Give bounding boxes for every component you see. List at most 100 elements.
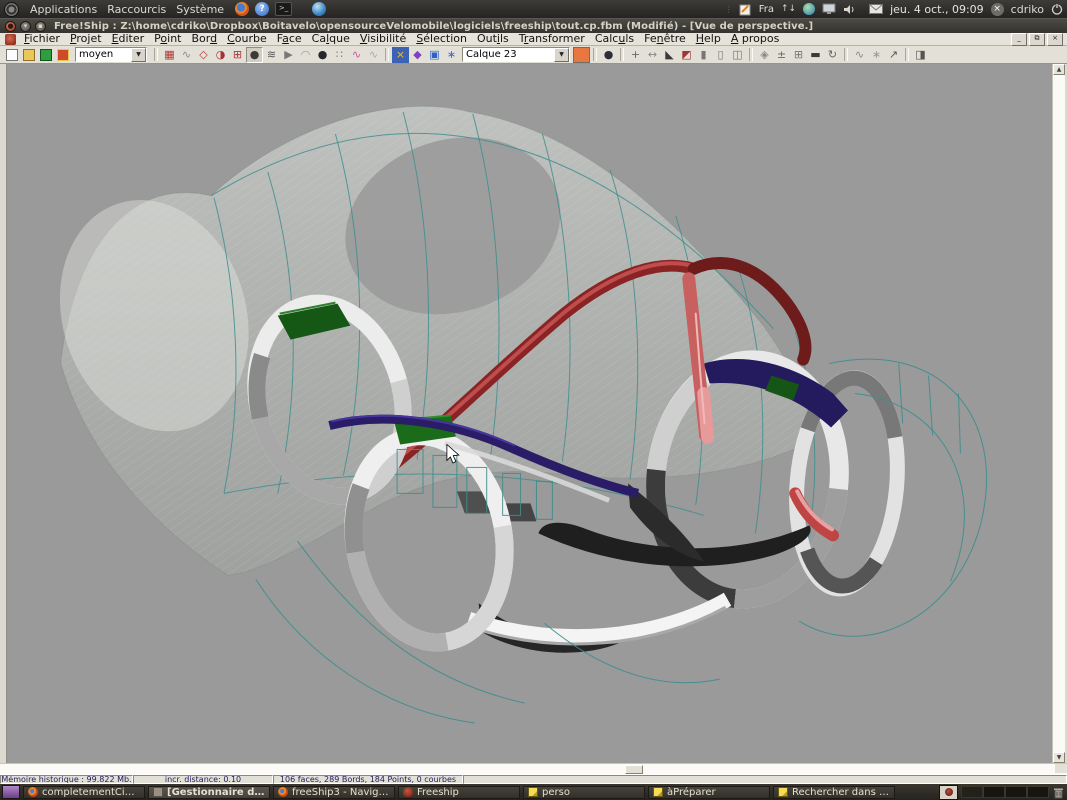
firefox-launcher-icon[interactable] [235, 2, 249, 16]
user-name[interactable]: cdriko [1011, 3, 1044, 16]
move-point-icon[interactable]: + [627, 47, 644, 63]
developability-icon[interactable]: ▶ [280, 47, 297, 63]
point-dots-icon[interactable]: ∷ [331, 47, 348, 63]
dropdown-arrow-icon[interactable]: ▼ [131, 48, 146, 62]
browser-launcher-icon[interactable] [312, 2, 326, 16]
power-icon[interactable] [1051, 3, 1063, 15]
workspace-cell[interactable] [1005, 786, 1027, 798]
precision-dropdown[interactable]: moyen ▼ [75, 47, 147, 62]
clock[interactable]: jeu. 4 oct., 09:09 [890, 3, 984, 16]
background-image-icon[interactable]: ▣ [426, 47, 443, 63]
menu-item[interactable]: Courbe [222, 33, 272, 45]
mdi-restore-button[interactable]: ⧉ [1029, 33, 1045, 46]
rotate-icon[interactable]: ↻ [824, 47, 841, 63]
spray-tool-icon[interactable]: ◨ [912, 47, 929, 63]
menu-item[interactable]: Bord [187, 33, 223, 45]
taskbar-button[interactable]: Freeship [398, 786, 520, 799]
freeship-tray-applet[interactable] [939, 785, 958, 800]
workspace-cell[interactable] [983, 786, 1005, 798]
add-point-icon[interactable]: ● [600, 47, 617, 63]
menu-item[interactable]: Sélection [411, 33, 472, 45]
menu-item[interactable]: Calque [307, 33, 355, 45]
horizontal-scrollbar[interactable] [0, 763, 1067, 774]
network-globe-icon[interactable] [803, 3, 815, 15]
taskbar-button[interactable]: freeShip3 - Navigateur... [273, 786, 395, 799]
volume-icon[interactable] [843, 4, 856, 15]
vertical-scroll-track[interactable] [1053, 75, 1065, 752]
menu-item[interactable]: Outils [472, 33, 514, 45]
lock-points-icon[interactable]: ▮ [695, 47, 712, 63]
perspective-viewport[interactable] [7, 64, 1052, 763]
horizontal-scroll-thumb[interactable] [625, 765, 643, 774]
menu-item[interactable]: Point [149, 33, 186, 45]
taskbar-button[interactable]: completementCintre - ... [23, 786, 145, 799]
check-edges-icon[interactable]: ◈ [756, 47, 773, 63]
workspace-switcher[interactable] [961, 786, 1049, 798]
exit-icon[interactable] [54, 47, 71, 63]
terminal-launcher-icon[interactable]: >_ [275, 2, 292, 16]
new-file-icon[interactable] [3, 47, 20, 63]
mdi-minimize-button[interactable]: _ [1011, 33, 1027, 46]
unlock-points-icon[interactable]: ▯ [712, 47, 729, 63]
reset-view-icon[interactable]: ∗ [443, 47, 460, 63]
window-titlebar[interactable]: ● ▾ ▪ Free!Ship : Z:\home\cdriko\Dropbox… [0, 18, 1067, 33]
menu-item[interactable]: Calculs [590, 33, 639, 45]
dropdown-arrow-icon[interactable]: ▼ [554, 48, 569, 62]
shaded-color-icon[interactable]: ◆ [409, 47, 426, 63]
taskbar-button[interactable]: àPréparer [648, 786, 770, 799]
wireframe-color-icon[interactable]: × [392, 47, 409, 63]
vertical-scrollbar[interactable]: ▲ ▼ [1052, 64, 1065, 763]
pencil-icon[interactable]: ↗ [885, 47, 902, 63]
open-folder-icon[interactable] [20, 47, 37, 63]
display-icon[interactable] [822, 3, 836, 15]
panel-menu[interactable]: Système [171, 3, 229, 16]
panel-menu[interactable]: Applications [25, 3, 102, 16]
curvature-plot-icon[interactable]: ∿ [348, 47, 365, 63]
mail-icon[interactable] [869, 4, 883, 14]
workspace-cell[interactable] [961, 786, 983, 798]
shaded-view-icon[interactable]: ● [246, 47, 263, 63]
menu-item[interactable]: Help [691, 33, 726, 45]
new-face-icon[interactable]: ◣ [661, 47, 678, 63]
scale-icon[interactable]: ± [773, 47, 790, 63]
layer-dropdown[interactable]: Calque 23 ▼ [462, 47, 570, 62]
intersect-layers-icon[interactable]: ▬ [807, 47, 824, 63]
menu-item[interactable]: Visibilité [355, 33, 411, 45]
menu-item[interactable]: Transformer [514, 33, 590, 45]
interior-edges-icon[interactable]: ∿ [178, 47, 195, 63]
spark-icon[interactable]: ∗ [868, 47, 885, 63]
mdi-close-button[interactable]: × [1047, 33, 1063, 46]
gauss-curvature-icon[interactable]: ◠ [297, 47, 314, 63]
window-minimize-button[interactable]: ▾ [20, 21, 31, 32]
panel-menu[interactable]: Raccourcis [102, 3, 171, 16]
leak-points-icon[interactable]: ◑ [212, 47, 229, 63]
taskbar-button[interactable]: Rechercher dans toute... [773, 786, 895, 799]
unlock-all-icon[interactable]: ◫ [729, 47, 746, 63]
project-point-icon[interactable]: ↔ [644, 47, 661, 63]
window-close-button[interactable]: ● [5, 21, 16, 32]
notes-tray-icon[interactable] [739, 3, 752, 16]
user-status-icon[interactable]: × [991, 3, 1004, 16]
updown-arrows-icon[interactable]: ↑↓ [781, 4, 796, 14]
show-desktop-button[interactable] [2, 785, 20, 799]
flip-face-icon[interactable]: ◩ [678, 47, 695, 63]
layer-color-swatch[interactable] [573, 47, 590, 63]
help-launcher-icon[interactable]: ? [255, 2, 269, 16]
menu-item[interactable]: A propos [726, 33, 784, 45]
insert-plane-icon[interactable]: ⊞ [790, 47, 807, 63]
scroll-down-icon[interactable]: ▼ [1053, 752, 1065, 763]
distro-menu-icon[interactable] [4, 2, 19, 17]
menu-item[interactable]: Fichier [19, 33, 65, 45]
scroll-up-icon[interactable]: ▲ [1053, 64, 1065, 75]
taskbar-button[interactable]: [Gestionnaire de m... [148, 786, 270, 799]
fair-curve-icon[interactable]: ∿ [851, 47, 868, 63]
keyboard-layout-indicator[interactable]: Fra [759, 4, 774, 15]
workspace-cell[interactable] [1027, 786, 1049, 798]
window-maximize-button[interactable]: ▪ [35, 21, 46, 32]
normals-icon[interactable]: ∿ [365, 47, 382, 63]
dark-blob-icon[interactable]: ● [314, 47, 331, 63]
trash-icon[interactable] [1052, 786, 1065, 799]
menu-item[interactable]: Face [272, 33, 307, 45]
menu-item[interactable]: Fenêtre [639, 33, 691, 45]
save-icon[interactable] [37, 47, 54, 63]
